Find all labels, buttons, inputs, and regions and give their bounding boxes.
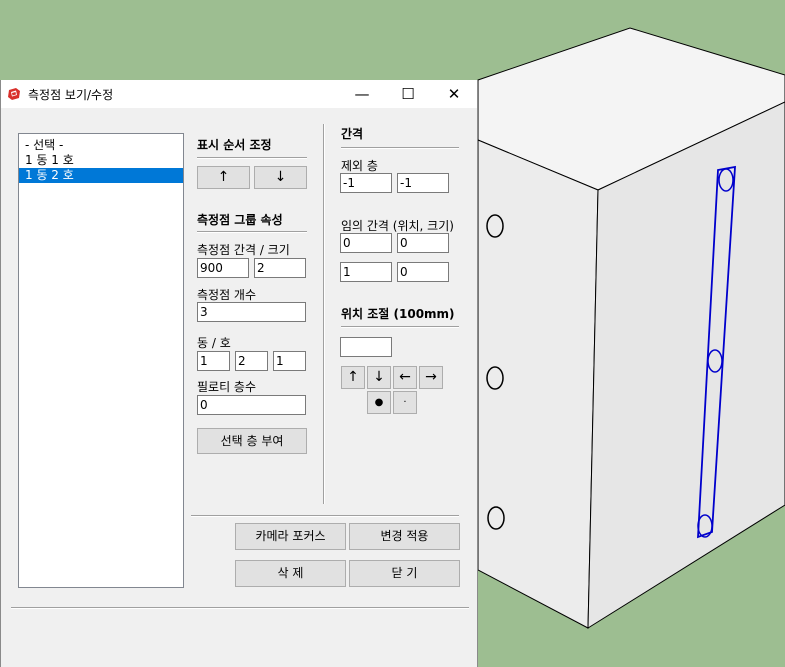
list-item[interactable]: 1 동 1 호 (19, 153, 183, 168)
arrow-up-icon: ↑ (217, 169, 230, 185)
maximize-icon: ☐ (401, 85, 415, 103)
count-input[interactable] (197, 302, 306, 322)
list-item[interactable]: - 선택 - (19, 138, 183, 153)
nudge-left-button[interactable]: ← (393, 366, 417, 389)
spacing-title: 간격 (341, 127, 364, 141)
title-bar[interactable]: 측정점 보기/수정 — ☐ ✕ (1, 80, 477, 108)
arrow-down-icon: ↓ (373, 369, 385, 385)
move-down-button[interactable]: ↓ (254, 166, 307, 189)
window-title: 측정점 보기/수정 (28, 88, 114, 102)
close-window-button[interactable]: ✕ (431, 80, 477, 108)
divider (197, 157, 307, 159)
arb-size-1-input[interactable] (397, 233, 449, 253)
divider (341, 326, 459, 328)
move-up-button[interactable]: ↑ (197, 166, 250, 189)
close-button[interactable]: 닫 기 (349, 560, 460, 587)
box-right-face (587, 101, 785, 629)
dong-input[interactable] (197, 351, 230, 371)
nudge-right-button[interactable]: → (419, 366, 443, 389)
step-input[interactable] (340, 337, 392, 357)
arb-size-2-input[interactable] (397, 262, 449, 282)
spacing-size-label: 측정점 간격 / 크기 (197, 243, 290, 257)
exclude-floor-b-input[interactable] (397, 173, 449, 193)
piloti-input[interactable] (197, 395, 306, 415)
dot-small-icon: · (403, 397, 407, 408)
piloti-label: 필로티 층수 (197, 380, 257, 394)
divider (191, 515, 459, 517)
maximize-button[interactable]: ☐ (385, 80, 431, 108)
arb-position-2-input[interactable] (340, 262, 392, 282)
arbitrary-spacing-label: 임의 간격 (위치, 크기) (341, 219, 454, 233)
apply-changes-button[interactable]: 변경 적용 (349, 523, 460, 550)
list-item-selected[interactable]: 1 동 2 호 (19, 168, 183, 183)
size-input[interactable] (254, 258, 306, 278)
divider (341, 147, 459, 149)
box-left-face (477, 139, 599, 629)
order-title: 표시 순서 조정 (197, 138, 272, 152)
count-label: 측정점 개수 (197, 288, 257, 302)
close-icon: ✕ (447, 85, 461, 103)
dot-filled-icon: ● (374, 397, 384, 408)
center-button[interactable]: ● (367, 391, 391, 414)
exclude-floor-a-input[interactable] (340, 173, 392, 193)
ho-input[interactable] (235, 351, 268, 371)
group-props-title: 측정점 그룹 속성 (197, 213, 283, 227)
dong-ho-label: 동 / 호 (197, 336, 231, 350)
arrow-right-icon: → (425, 369, 437, 385)
arrow-up-icon: ↑ (347, 369, 359, 385)
vertical-divider (323, 124, 325, 504)
divider (197, 231, 307, 233)
minimize-icon: — (354, 85, 370, 103)
minimize-button[interactable]: — (339, 80, 385, 108)
status-divider (11, 607, 469, 609)
camera-focus-button[interactable]: 카메라 포커스 (235, 523, 346, 550)
measure-group-list[interactable]: - 선택 - 1 동 1 호 1 동 2 호 (18, 133, 184, 588)
arrow-left-icon: ← (399, 369, 411, 385)
line-input[interactable] (273, 351, 306, 371)
arb-position-1-input[interactable] (340, 233, 392, 253)
assign-floor-button[interactable]: 선택 층 부여 (197, 428, 307, 454)
spacing-input[interactable] (197, 258, 249, 278)
arrow-down-icon: ↓ (274, 169, 287, 185)
exclude-floor-label: 제외 층 (341, 159, 378, 173)
small-dot-button[interactable]: · (393, 391, 417, 414)
measure-point-dialog: 측정점 보기/수정 — ☐ ✕ - 선택 - 1 동 1 호 1 동 2 호 표… (0, 80, 478, 667)
delete-button[interactable]: 삭 제 (235, 560, 346, 587)
position-title: 위치 조절 (100mm) (341, 307, 455, 321)
nudge-up-button[interactable]: ↑ (341, 366, 365, 389)
nudge-down-button[interactable]: ↓ (367, 366, 391, 389)
sketchup-icon (8, 88, 20, 100)
